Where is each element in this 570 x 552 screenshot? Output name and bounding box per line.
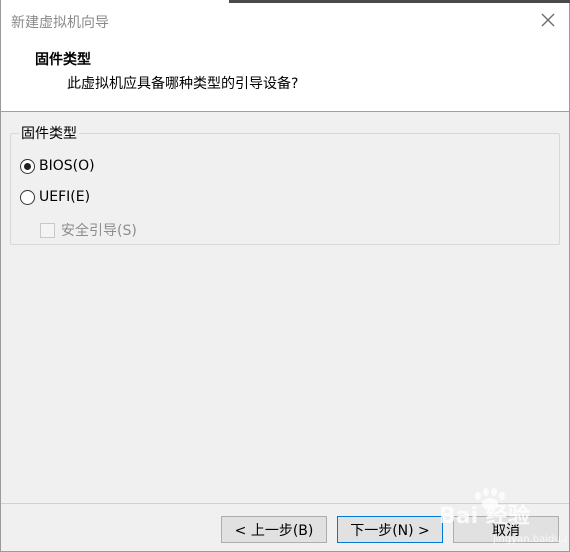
secure-boot-checkbox — [40, 222, 55, 238]
radio-uefi[interactable]: UEFI(E) — [20, 189, 90, 205]
close-button[interactable] — [537, 9, 559, 31]
close-icon — [541, 13, 555, 27]
radio-button-uefi[interactable] — [20, 189, 35, 205]
window-title: 新建虚拟机向导 — [11, 15, 109, 31]
page-title: 固件类型 — [35, 52, 91, 68]
radio-uefi-label: UEFI(E) — [39, 189, 91, 205]
title-bar: 新建虚拟机向导 — [1, 0, 570, 40]
next-button[interactable]: 下一步(N) > — [337, 516, 443, 543]
radio-bios-label: BIOS(O) — [39, 158, 95, 174]
secure-boot-label: 安全引导(S) — [61, 223, 137, 239]
wizard-window: 新建虚拟机向导 固件类型 此虚拟机应具备哪种类型的引导设备? 固件类型 BIOS… — [0, 0, 570, 552]
title-accent-bar — [229, 0, 570, 3]
footer-divider — [1, 503, 569, 504]
radio-bios[interactable]: BIOS(O) — [20, 158, 95, 174]
groupbox-legend: 固件类型 — [19, 123, 79, 143]
radio-button-bios[interactable] — [20, 158, 35, 174]
secure-boot-option: 安全引导(S) — [40, 220, 137, 240]
page-description: 此虚拟机应具备哪种类型的引导设备? — [67, 76, 299, 92]
wizard-header: 固件类型 此虚拟机应具备哪种类型的引导设备? — [1, 40, 569, 112]
cancel-button[interactable]: 取消 — [453, 516, 559, 543]
back-button[interactable]: < 上一步(B) — [221, 516, 327, 543]
